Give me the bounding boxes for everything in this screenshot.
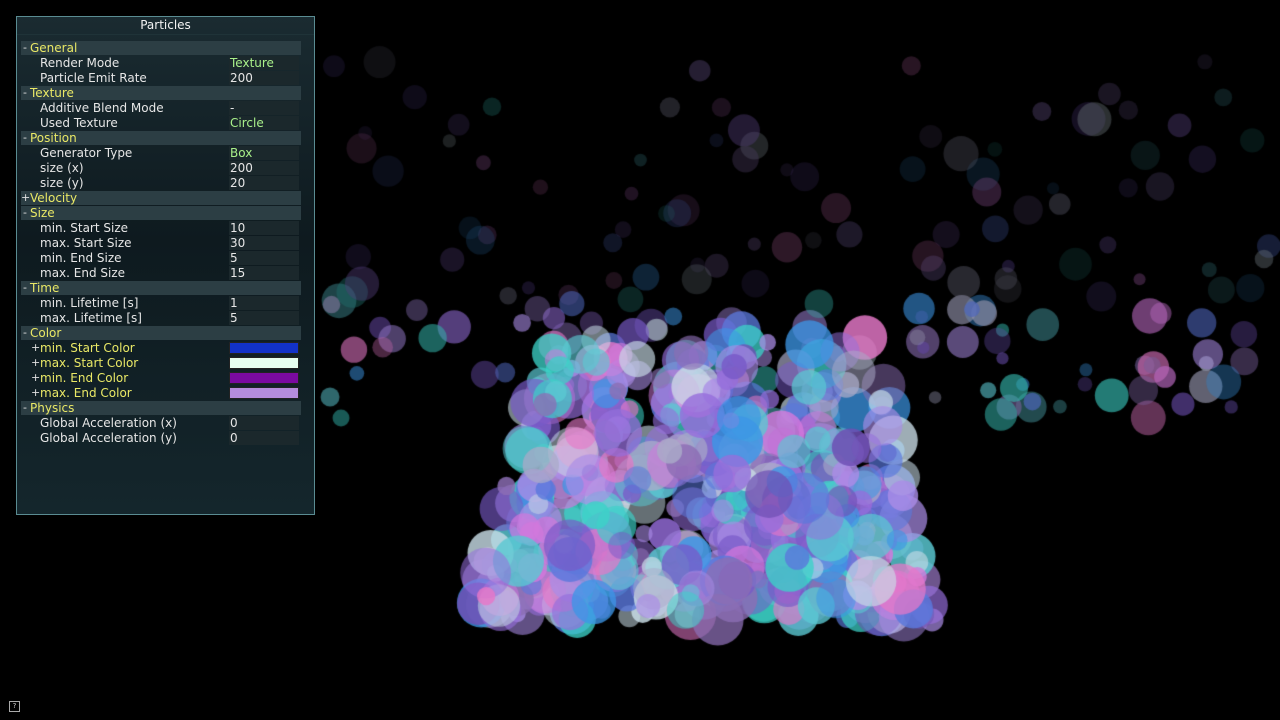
- color-swatch[interactable]: [229, 342, 299, 354]
- property-name: min. Lifetime [s]: [40, 296, 139, 310]
- color-name: max. End Color: [40, 386, 132, 400]
- color-swatch[interactable]: [229, 372, 299, 384]
- section-time[interactable]: - Time: [21, 281, 301, 295]
- property-row: Render Mode Texture: [21, 56, 301, 70]
- section-position[interactable]: - Position: [21, 131, 301, 145]
- property-name: size (x): [40, 161, 84, 175]
- property-value[interactable]: 200: [229, 161, 299, 175]
- property-name: Particle Emit Rate: [40, 71, 147, 85]
- property-value[interactable]: 1: [229, 296, 299, 310]
- section-label: Color: [30, 326, 62, 340]
- section-texture[interactable]: - Texture: [21, 86, 301, 100]
- color-name: min. End Color: [40, 371, 129, 385]
- expand-icon[interactable]: +: [31, 341, 40, 355]
- property-name: min. Start Size: [40, 221, 129, 235]
- property-row: Global Acceleration (y) 0: [21, 431, 301, 445]
- property-name: max. Lifetime [s]: [40, 311, 142, 325]
- property-value[interactable]: 0: [229, 416, 299, 430]
- property-value[interactable]: 200: [229, 71, 299, 85]
- property-value[interactable]: Box: [229, 146, 299, 160]
- color-swatch[interactable]: [229, 357, 299, 369]
- property-name: Generator Type: [40, 146, 133, 160]
- color-row: + max. Start Color: [21, 356, 301, 370]
- expand-icon[interactable]: +: [31, 386, 40, 400]
- property-name: Global Acceleration (x): [40, 416, 177, 430]
- property-value[interactable]: 5: [229, 311, 299, 325]
- property-name: max. End Size: [40, 266, 126, 280]
- panel-title: Particles: [17, 17, 314, 35]
- property-value[interactable]: Circle: [229, 116, 299, 130]
- section-label: Position: [30, 131, 77, 145]
- section-physics[interactable]: - Physics: [21, 401, 301, 415]
- property-row: min. Lifetime [s] 1: [21, 296, 301, 310]
- section-velocity[interactable]: + Velocity: [21, 191, 301, 205]
- property-row: Additive Blend Mode -: [21, 101, 301, 115]
- expand-icon[interactable]: +: [31, 371, 40, 385]
- property-row: min. End Size 5: [21, 251, 301, 265]
- section-toggle-icon[interactable]: -: [21, 281, 29, 295]
- property-name: min. End Size: [40, 251, 122, 265]
- property-list: - General Render Mode Texture Particle Emit …: [21, 41, 301, 446]
- section-size[interactable]: - Size: [21, 206, 301, 220]
- section-label: Physics: [30, 401, 75, 415]
- section-label: Size: [30, 206, 55, 220]
- section-toggle-icon[interactable]: +: [21, 191, 30, 205]
- property-value[interactable]: 5: [229, 251, 299, 265]
- property-name: size (y): [40, 176, 84, 190]
- property-name: Global Acceleration (y): [40, 431, 177, 445]
- color-name: min. Start Color: [40, 341, 135, 355]
- property-row: Generator Type Box: [21, 146, 301, 160]
- property-name: Render Mode: [40, 56, 120, 70]
- section-label: Velocity: [30, 191, 78, 205]
- property-row: min. Start Size 10: [21, 221, 301, 235]
- section-toggle-icon[interactable]: -: [21, 206, 29, 220]
- section-toggle-icon[interactable]: -: [21, 131, 29, 145]
- color-row: + min. Start Color: [21, 341, 301, 355]
- particles-panel: Particles - General Render Mode Texture Part…: [16, 16, 315, 515]
- property-name: max. Start Size: [40, 236, 132, 250]
- property-row: max. Lifetime [s] 5: [21, 311, 301, 325]
- color-row: + max. End Color: [21, 386, 301, 400]
- property-name: Additive Blend Mode: [40, 101, 164, 115]
- section-toggle-icon[interactable]: -: [21, 41, 29, 55]
- section-color[interactable]: - Color: [21, 326, 301, 340]
- property-value[interactable]: -: [229, 101, 299, 115]
- color-swatch[interactable]: [229, 387, 299, 399]
- section-toggle-icon[interactable]: -: [21, 86, 29, 100]
- section-toggle-icon[interactable]: -: [21, 401, 29, 415]
- section-label: Time: [30, 281, 60, 295]
- help-icon[interactable]: ?: [9, 701, 20, 712]
- section-label: Texture: [30, 86, 74, 100]
- property-value[interactable]: 0: [229, 431, 299, 445]
- property-row: Used Texture Circle: [21, 116, 301, 130]
- property-row: max. End Size 15: [21, 266, 301, 280]
- property-row: size (x) 200: [21, 161, 301, 175]
- section-label: General: [30, 41, 78, 55]
- property-value[interactable]: Texture: [229, 56, 299, 70]
- property-row: size (y) 20: [21, 176, 301, 190]
- color-name: max. Start Color: [40, 356, 139, 370]
- section-general[interactable]: - General: [21, 41, 301, 55]
- property-name: Used Texture: [40, 116, 118, 130]
- property-value[interactable]: 20: [229, 176, 299, 190]
- property-value[interactable]: 10: [229, 221, 299, 235]
- property-value[interactable]: 30: [229, 236, 299, 250]
- property-row: Particle Emit Rate 200: [21, 71, 301, 85]
- property-value[interactable]: 15: [229, 266, 299, 280]
- property-row: max. Start Size 30: [21, 236, 301, 250]
- section-toggle-icon[interactable]: -: [21, 326, 29, 340]
- color-row: + min. End Color: [21, 371, 301, 385]
- property-row: Global Acceleration (x) 0: [21, 416, 301, 430]
- expand-icon[interactable]: +: [31, 356, 40, 370]
